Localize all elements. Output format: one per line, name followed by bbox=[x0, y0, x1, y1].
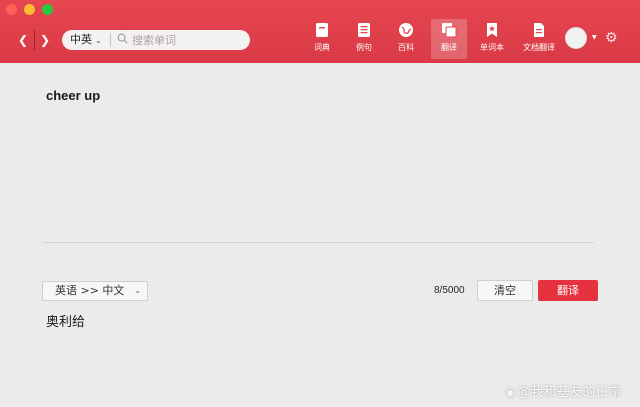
toolbar: ❮ ❯ 中英⌄ 词典 例句 百科 翻译 单 bbox=[0, 0, 640, 63]
document-translate-icon bbox=[534, 23, 544, 37]
search-input[interactable] bbox=[132, 32, 242, 48]
language-pair-label: 英语 >> 中文 bbox=[55, 284, 125, 297]
app-window: ❮ ❯ 中英⌄ 词典 例句 百科 翻译 单 bbox=[0, 0, 640, 407]
watermark: ◉ @我和基友的日常 bbox=[505, 381, 622, 400]
tool-encyclopedia[interactable]: 百科 bbox=[393, 21, 419, 59]
language-pair-select[interactable]: 英语 >> 中文 ⌄ bbox=[42, 281, 148, 301]
minimize-window-button[interactable] bbox=[24, 4, 35, 15]
weibo-icon: ◉ bbox=[505, 385, 516, 399]
clear-button[interactable]: 清空 bbox=[477, 280, 533, 301]
nav-divider bbox=[34, 30, 35, 50]
divider bbox=[42, 242, 594, 243]
dictionary-icon bbox=[316, 23, 328, 37]
translate-icon bbox=[442, 23, 457, 38]
chevron-down-icon: ⌄ bbox=[95, 36, 102, 45]
tool-label: 例句 bbox=[356, 43, 372, 52]
tool-wordbook[interactable]: 单词本 bbox=[477, 21, 507, 59]
char-count: 8/5000 bbox=[434, 285, 465, 296]
tool-label: 单词本 bbox=[480, 43, 504, 52]
tool-dictionary[interactable]: 词典 bbox=[309, 21, 335, 59]
translate-button[interactable]: 翻译 bbox=[538, 280, 598, 301]
tool-translate[interactable]: 翻译 bbox=[431, 19, 467, 59]
forward-icon[interactable]: ❯ bbox=[40, 33, 50, 47]
search-lang-dropdown[interactable]: 中英 ⌄ bbox=[70, 33, 102, 48]
zoom-window-button[interactable] bbox=[42, 4, 53, 15]
search-icon bbox=[117, 33, 128, 48]
search-divider bbox=[110, 33, 111, 47]
back-icon[interactable]: ❮ bbox=[18, 33, 28, 47]
source-text-input[interactable]: cheer up bbox=[46, 88, 100, 103]
gear-icon[interactable]: ⚙ bbox=[605, 30, 618, 46]
tool-label: 词典 bbox=[314, 43, 330, 52]
tool-document-translate[interactable]: 文档翻译 bbox=[519, 21, 559, 59]
wordbook-icon bbox=[487, 23, 497, 37]
tool-label: 翻译 bbox=[441, 43, 457, 52]
tool-label: 百科 bbox=[398, 43, 414, 52]
chevron-down-icon: ⌄ bbox=[134, 286, 141, 295]
tool-label: 文档翻译 bbox=[523, 43, 555, 52]
search-lang-label: 中英 bbox=[70, 33, 92, 46]
watermark-text: @我和基友的日常 bbox=[517, 385, 622, 400]
example-sentences-icon bbox=[358, 23, 370, 37]
encyclopedia-icon bbox=[399, 23, 413, 37]
search-bar: 中英 ⌄ bbox=[62, 30, 250, 50]
tool-example-sentences[interactable]: 例句 bbox=[351, 21, 377, 59]
avatar[interactable] bbox=[565, 27, 587, 49]
caret-down-icon[interactable]: ▼ bbox=[592, 34, 597, 41]
close-window-button[interactable] bbox=[6, 4, 17, 15]
translation-result: 奥利给 bbox=[46, 315, 86, 330]
